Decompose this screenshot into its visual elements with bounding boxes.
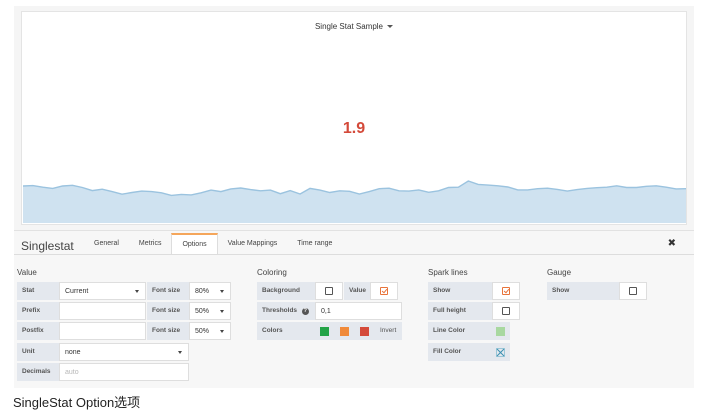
thresholds-input[interactable]: 0,1 <box>315 302 402 320</box>
full-height-checkbox[interactable] <box>502 307 510 315</box>
sparkline-show-checkbox[interactable] <box>502 287 510 295</box>
gauge-show-label: Show <box>547 282 619 300</box>
tab-time-range[interactable]: Time range <box>287 233 342 255</box>
background-checkbox-cell[interactable] <box>315 282 343 300</box>
panel-title-menu[interactable]: Single Stat Sample <box>22 22 686 31</box>
section-value-title: Value <box>17 268 37 277</box>
close-icon[interactable]: ✖ <box>668 238 676 249</box>
value-checkbox-cell[interactable] <box>370 282 398 300</box>
line-color-swatch[interactable] <box>496 326 505 336</box>
unit-select[interactable]: none <box>59 343 189 361</box>
line-color-cell <box>492 322 510 340</box>
stat-select[interactable]: Current <box>59 282 146 300</box>
unit-label: Unit <box>17 343 59 361</box>
line-color-label: Line Color <box>428 322 492 340</box>
thresholds-label-cell: Thresholds ? <box>257 302 315 320</box>
postfix-font-size-select[interactable]: 50% <box>189 322 231 340</box>
tab-value-mappings[interactable]: Value Mappings <box>218 233 288 255</box>
panel-editor: Singlestat General Metrics Options Value… <box>14 230 694 388</box>
caret-down-icon[interactable] <box>387 25 394 29</box>
prefix-label: Prefix <box>17 302 59 320</box>
value-checkbox[interactable] <box>380 287 388 295</box>
prefix-font-size-label: Font size <box>147 302 189 320</box>
background-checkbox[interactable] <box>325 287 333 295</box>
color-swatch-critical[interactable] <box>360 326 369 336</box>
color-swatch-ok[interactable] <box>320 326 329 336</box>
stat-font-size-label: Font size <box>147 282 189 300</box>
thresholds-label: Thresholds <box>262 307 298 314</box>
prefix-input[interactable] <box>59 302 146 320</box>
panel-preview-area: Single Stat Sample 1.9 <box>14 6 694 230</box>
decimals-input[interactable]: auto <box>59 363 189 381</box>
tab-options[interactable]: Options <box>171 233 218 255</box>
caption: SingleStat Option选项 <box>13 395 141 410</box>
postfix-font-size-label: Font size <box>147 322 189 340</box>
singlestat-panel: Single Stat Sample 1.9 <box>21 11 687 225</box>
stat-font-size-select[interactable]: 80% <box>189 282 231 300</box>
fill-color-label: Fill Color <box>428 343 492 361</box>
full-height-label: Full height <box>428 302 492 320</box>
fill-color-cell <box>492 343 510 361</box>
no-color-icon[interactable] <box>496 347 505 357</box>
gauge-show-checkbox[interactable] <box>629 287 637 295</box>
color-swatch-warning[interactable] <box>340 326 349 336</box>
color-swatches <box>315 322 375 340</box>
invert-button[interactable]: Invert <box>375 322 402 340</box>
editor-tabs: General Metrics Options Value Mappings T… <box>84 233 342 255</box>
tab-divider <box>14 254 694 255</box>
background-label: Background <box>257 282 315 300</box>
value-coloring-label: Value <box>344 282 370 300</box>
section-coloring-title: Coloring <box>257 268 287 277</box>
colors-label: Colors <box>257 322 315 340</box>
prefix-font-size-select[interactable]: 50% <box>189 302 231 320</box>
section-gauge-title: Gauge <box>547 268 572 277</box>
stat-value: 1.9 <box>342 120 366 137</box>
stat-label: Stat <box>17 282 59 300</box>
tab-metrics[interactable]: Metrics <box>129 233 172 255</box>
tab-general[interactable]: General <box>84 233 129 255</box>
full-height-checkbox-cell[interactable] <box>492 302 520 320</box>
sparkline-show-label: Show <box>428 282 492 300</box>
editor-title: Singlestat <box>21 239 74 253</box>
question-circle-icon[interactable]: ? <box>301 308 309 315</box>
sparkline-fill <box>23 181 686 223</box>
gauge-show-checkbox-cell[interactable] <box>619 282 647 300</box>
section-sparklines-title: Spark lines <box>428 268 468 277</box>
sparkline-show-checkbox-cell[interactable] <box>492 282 520 300</box>
decimals-label: Decimals <box>17 363 59 381</box>
panel-title[interactable]: Single Stat Sample <box>315 22 383 31</box>
postfix-input[interactable] <box>59 322 146 340</box>
postfix-label: Postfix <box>17 322 59 340</box>
sparkline <box>23 180 686 223</box>
